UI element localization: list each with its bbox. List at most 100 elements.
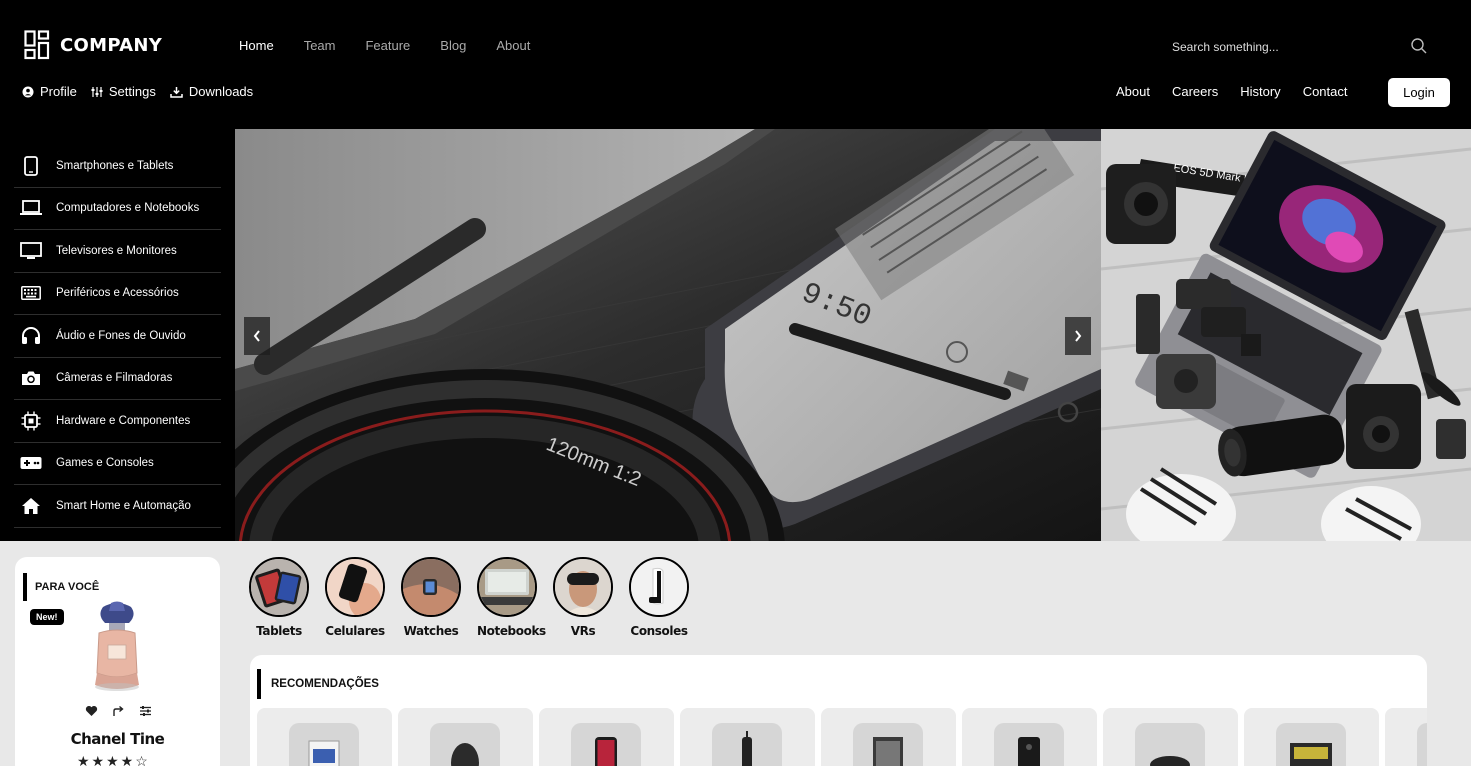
product-image[interactable] <box>81 601 153 696</box>
settings-link[interactable]: Settings <box>91 84 156 99</box>
category-audio[interactable]: Áudio e Fones de Ouvido <box>14 315 221 358</box>
heart-icon[interactable] <box>85 705 98 717</box>
compare-icon[interactable] <box>139 705 152 717</box>
recommendations-row <box>257 708 1427 766</box>
headphones-icon <box>20 325 42 347</box>
category-peripherals[interactable]: Periféricos e Acessórios <box>14 273 221 315</box>
chevron-left-icon <box>253 330 260 342</box>
category-label: Câmeras e Filmadoras <box>56 372 173 385</box>
quick-category-label: Celulares <box>325 624 385 638</box>
link-about[interactable]: About <box>1116 84 1150 99</box>
recommendations-title: RECOMENDAÇÕES <box>257 669 379 699</box>
product-thumbnail <box>1417 723 1427 766</box>
category-computers[interactable]: Computadores e Notebooks <box>14 188 221 230</box>
chevron-right-icon <box>1075 330 1082 342</box>
nav-feature[interactable]: Feature <box>365 38 410 53</box>
laptop-icon <box>20 197 42 219</box>
promo-actions <box>85 705 152 717</box>
category-sidebar: Smartphones e Tablets Computadores e Not… <box>0 129 235 541</box>
nav-home[interactable]: Home <box>239 38 274 53</box>
user-icon <box>22 86 34 97</box>
product-card[interactable] <box>398 708 533 766</box>
quick-category-consoles[interactable]: Consoles <box>629 557 689 638</box>
notebooks-thumbnail <box>477 557 537 617</box>
gamepad-icon <box>20 452 42 474</box>
product-card[interactable] <box>539 708 674 766</box>
consoles-thumbnail <box>629 557 689 617</box>
settings-label: Settings <box>108 84 156 99</box>
downloads-label: Downloads <box>188 84 254 99</box>
product-card[interactable] <box>257 708 392 766</box>
nav-blog[interactable]: Blog <box>440 38 466 53</box>
product-card[interactable] <box>1103 708 1238 766</box>
login-button[interactable]: Login <box>1388 78 1450 107</box>
hero-carousel: 9:50 120mm 1:2 <box>235 129 1101 541</box>
recommendations-panel: RECOMENDAÇÕES <box>250 655 1427 766</box>
quick-category-watches[interactable]: Watches <box>401 557 461 638</box>
brand-logo[interactable]: COMPANY <box>24 30 162 60</box>
link-history[interactable]: History <box>1240 84 1280 99</box>
quick-category-label: Tablets <box>256 624 302 638</box>
category-smart-home[interactable]: Smart Home e Automação <box>14 485 221 528</box>
nav-about[interactable]: About <box>496 38 530 53</box>
hero-banner-image: 9:50 120mm 1:2 <box>235 129 1101 541</box>
link-contact[interactable]: Contact <box>1303 84 1348 99</box>
quick-category-label: Notebooks <box>477 624 546 638</box>
product-card[interactable] <box>680 708 815 766</box>
quick-category-celulares[interactable]: Celulares <box>325 557 385 638</box>
download-icon <box>170 86 183 98</box>
profile-link[interactable]: Profile <box>22 84 77 99</box>
category-label: Hardware e Componentes <box>56 414 191 427</box>
category-games[interactable]: Games e Consoles <box>14 443 221 485</box>
product-thumbnail <box>1135 723 1205 766</box>
quick-category-notebooks[interactable]: Notebooks <box>477 557 546 638</box>
quick-categories: Tablets Celulares Watches Notebooks VRs … <box>249 557 689 638</box>
profile-label: Profile <box>40 84 77 99</box>
product-thumbnail <box>430 723 500 766</box>
watches-thumbnail <box>401 557 461 617</box>
company-nav: About Careers History Contact <box>1116 84 1348 99</box>
quick-category-label: Watches <box>403 624 459 638</box>
carousel-next-button[interactable] <box>1065 317 1091 355</box>
search-input[interactable] <box>1172 40 1392 54</box>
smartphone-icon <box>20 155 42 177</box>
quick-category-tablets[interactable]: Tablets <box>249 557 309 638</box>
category-tvs[interactable]: Televisores e Monitores <box>14 230 221 273</box>
quick-category-label: Consoles <box>630 624 688 638</box>
new-badge: New! <box>30 609 64 625</box>
category-label: Smart Home e Automação <box>56 499 191 512</box>
brand-name: COMPANY <box>60 34 163 56</box>
category-cameras[interactable]: Câmeras e Filmadoras <box>14 358 221 400</box>
grid-logo-icon <box>24 30 50 60</box>
share-icon[interactable] <box>112 705 125 717</box>
category-label: Televisores e Monitores <box>56 244 177 257</box>
category-label: Periféricos e Acessórios <box>56 287 179 300</box>
rating-stars: ★★★★☆ <box>77 753 150 766</box>
nav-team[interactable]: Team <box>304 38 336 53</box>
category-smartphones[interactable]: Smartphones e Tablets <box>14 145 221 188</box>
search-icon[interactable] <box>1410 37 1428 55</box>
product-card[interactable] <box>821 708 956 766</box>
monitor-icon <box>20 240 42 262</box>
product-card[interactable] <box>962 708 1097 766</box>
quick-category-vrs[interactable]: VRs <box>553 557 613 638</box>
celulares-thumbnail <box>325 557 385 617</box>
link-careers[interactable]: Careers <box>1172 84 1218 99</box>
home-icon <box>20 495 42 517</box>
product-card[interactable] <box>1244 708 1379 766</box>
keyboard-icon <box>20 282 42 304</box>
category-hardware[interactable]: Hardware e Componentes <box>14 400 221 443</box>
category-label: Áudio e Fones de Ouvido <box>56 329 186 342</box>
carousel-prev-button[interactable] <box>244 317 270 355</box>
hero-side-banner[interactable]: EOS 5D Mark IV <box>1101 129 1471 541</box>
category-label: Computadores e Notebooks <box>56 202 200 215</box>
product-card[interactable] <box>1385 708 1427 766</box>
promo-title: PARA VOCÊ <box>23 573 99 601</box>
chip-icon <box>20 410 42 432</box>
downloads-link[interactable]: Downloads <box>170 84 253 99</box>
vrs-thumbnail <box>553 557 613 617</box>
tablets-thumbnail <box>249 557 309 617</box>
category-label: Smartphones e Tablets <box>56 159 174 172</box>
product-name[interactable]: Chanel Tine <box>15 730 220 748</box>
gear-flatlay-image: EOS 5D Mark IV <box>1101 129 1471 541</box>
